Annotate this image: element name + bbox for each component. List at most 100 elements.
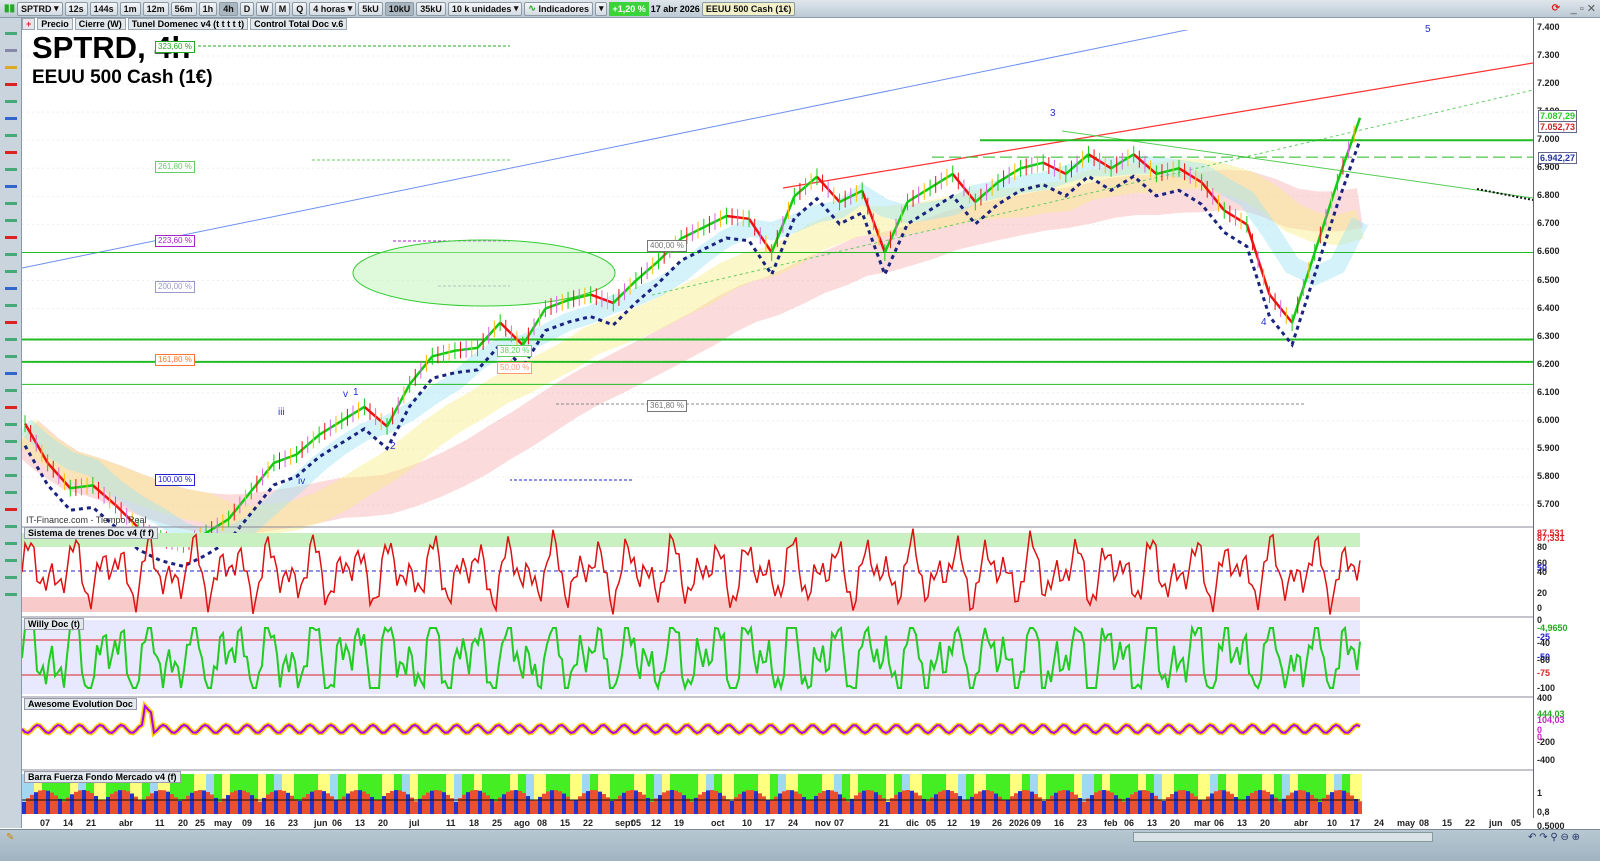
zoom-icons[interactable]: ↶ ↷ ⚲ ⊖ ⊕	[1528, 832, 1580, 843]
barra-fill	[298, 800, 302, 814]
legend-tunel[interactable]: Tunel Domenec v4 (t t t t t)	[127, 18, 249, 30]
barra-fill	[1162, 800, 1166, 814]
indicators-button[interactable]: ∿ Indicadores	[524, 1, 593, 16]
barra-fill	[166, 791, 170, 814]
barra-fill	[1030, 791, 1034, 814]
barra-fill	[442, 792, 446, 814]
barra-fill	[986, 790, 990, 814]
timeframe-W[interactable]: W	[256, 1, 273, 16]
barra-fill	[450, 798, 454, 814]
barra-fill	[810, 799, 814, 814]
date-tick-label: may	[1397, 818, 1416, 828]
window-controls[interactable]: _ ▫ ✕	[1571, 2, 1596, 15]
barra-fill	[350, 791, 354, 814]
period-label: 4 horas	[313, 3, 346, 14]
barra-fill	[1010, 796, 1014, 814]
barra-fill	[1258, 790, 1262, 814]
barra-fill	[1290, 792, 1294, 814]
barra-fill	[434, 790, 438, 814]
instrument-label[interactable]: EEUU 500 Cash (1€)	[701, 1, 796, 16]
barra-fill	[1122, 801, 1126, 814]
pane-tick-label: 400	[1537, 693, 1553, 703]
add-icon[interactable]: +	[22, 18, 36, 30]
barra-fill	[126, 791, 130, 814]
timeframe-D[interactable]: D	[239, 1, 255, 16]
barra-fill	[866, 790, 870, 814]
barra-fill	[382, 795, 386, 814]
price-tag: 6.942,27	[1538, 152, 1578, 164]
barra-fill	[666, 790, 670, 814]
barra-fill	[830, 790, 834, 814]
timeframe-12m[interactable]: 12m	[142, 1, 169, 16]
barra-fill	[822, 790, 826, 814]
volume-10kU[interactable]: 10kU	[384, 1, 415, 16]
barra-fill	[1310, 794, 1314, 814]
barra-fill	[278, 790, 282, 814]
barra-fill	[618, 795, 622, 814]
timeframe-Q[interactable]: Q	[292, 1, 308, 16]
horizontal-scrollbar[interactable]	[1133, 832, 1433, 842]
date-tick-label: 2026	[1009, 818, 1030, 828]
timeframe-144s[interactable]: 144s	[89, 1, 118, 16]
period-select[interactable]: 4 horas ▾	[309, 1, 357, 16]
barra-fill	[834, 791, 838, 814]
indicators-dropdown[interactable]: ▾	[594, 1, 608, 16]
barra-fill	[1358, 801, 1362, 814]
y-tick-label: 6.800	[1537, 190, 1560, 201]
timeframe-4h[interactable]: 4h	[219, 1, 238, 16]
sync-icon[interactable]: ⟳	[1552, 3, 1560, 14]
barra-fill	[462, 794, 466, 814]
date-tick-label: 09	[242, 818, 253, 828]
barra-fill	[1134, 791, 1138, 814]
barra-fill	[1046, 799, 1050, 814]
timeframe-M[interactable]: M	[274, 1, 291, 16]
barra-fill	[246, 792, 250, 814]
barra-fill	[438, 790, 442, 814]
date-tick-label: oct	[711, 818, 725, 828]
barra-fill	[186, 795, 190, 814]
barra-fill	[502, 794, 506, 814]
barra-fill	[1070, 792, 1074, 814]
barra-fill	[1006, 799, 1010, 814]
timeframe-1m[interactable]: 1m	[119, 1, 141, 16]
units-select[interactable]: 10 k unidades ▾	[447, 1, 523, 16]
volume-group: 5kU 10kU 35kU	[358, 1, 446, 16]
volume-5kU[interactable]: 5kU	[358, 1, 383, 16]
barra-fill	[342, 796, 346, 814]
barra-fill	[78, 790, 82, 814]
price-chart[interactable]	[22, 30, 1533, 820]
legend-close[interactable]: Cierre (W)	[74, 18, 126, 30]
barra-fill	[142, 799, 146, 814]
barra-fill	[514, 790, 518, 814]
barra-fill	[894, 794, 898, 814]
barra-fill	[1338, 790, 1342, 814]
barra-fill	[454, 801, 458, 814]
barra-fill	[650, 801, 654, 814]
chart-type-icon[interactable]: ▮▮	[4, 3, 15, 14]
date-tick-label: 24	[1374, 818, 1385, 828]
symbol-selector[interactable]: SPTRD ▾	[17, 1, 63, 16]
barra-fill	[1322, 798, 1326, 814]
pane-tick-label: 40	[1537, 567, 1548, 577]
legend-price[interactable]: Precio	[37, 18, 73, 30]
timeframe-12s[interactable]: 12s	[64, 1, 88, 16]
chart-subtitle: EEUU 500 Cash (1€)	[32, 67, 213, 88]
symbol-label: SPTRD	[21, 3, 52, 14]
barra-fill	[290, 795, 294, 814]
fib-label: 200,00 %	[155, 281, 195, 293]
drawing-tools-sidebar[interactable]	[0, 18, 22, 828]
volume-35kU[interactable]: 35kU	[416, 1, 446, 16]
barra-fill	[926, 801, 930, 814]
date-tick-label: 06	[332, 818, 343, 828]
barra-fill	[722, 795, 726, 814]
barra-fill	[458, 798, 462, 814]
barra-fill	[74, 791, 78, 814]
barra-fill	[82, 790, 86, 814]
barra-fill	[1354, 798, 1358, 814]
timeframe-1h[interactable]: 1h	[198, 1, 218, 16]
timeframe-56m[interactable]: 56m	[170, 1, 197, 16]
pencil-icon[interactable]: ✎	[6, 832, 14, 843]
legend-control[interactable]: Control Total Doc v.6	[250, 18, 348, 30]
barra-fill	[1066, 790, 1070, 814]
barra-fill	[90, 793, 94, 814]
